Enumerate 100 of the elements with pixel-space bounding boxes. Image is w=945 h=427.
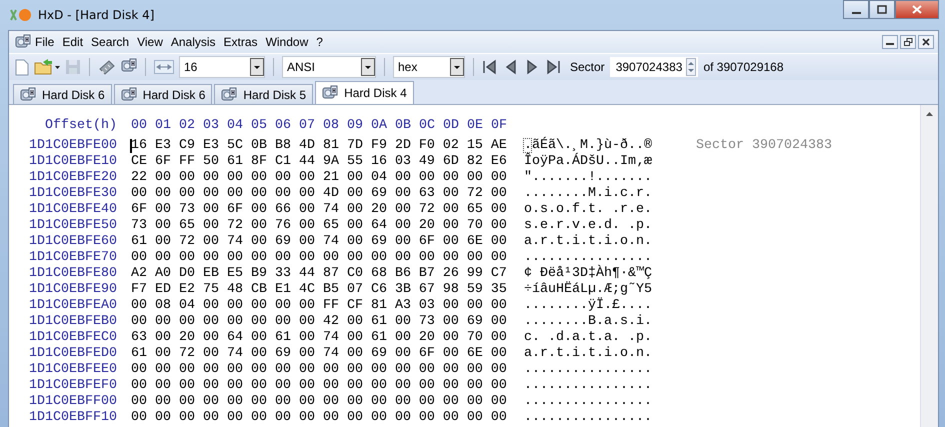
column-header: 03 <box>203 118 220 134</box>
row-offset: 1D1C0EBFEB0 <box>28 314 117 330</box>
charset-dropdown[interactable]: ANSI <box>282 56 376 78</box>
hex-bytes: 00 00 00 00 00 00 00 00 00 00 00 00 00 00 00 00 <box>131 250 507 265</box>
row-offset: 1D1C0EBFEA0 <box>28 298 117 314</box>
disk-icon <box>20 86 36 102</box>
menu-item[interactable]: Extras <box>220 33 262 51</box>
memory-chip-icon[interactable] <box>98 59 116 75</box>
bytes-per-row-dropdown[interactable]: 16 <box>179 56 265 78</box>
first-page-icon[interactable] <box>482 59 498 75</box>
ascii-text: c. .d.a.t.a. .p. <box>524 330 652 345</box>
ascii-text: ........ÿÏ.£.... <box>524 298 652 313</box>
row-offset: 1D1C0EBFF00 <box>28 394 117 410</box>
hex-bytes: 63 00 20 00 64 00 61 00 74 00 61 00 20 00 70 00 <box>131 330 507 345</box>
sector-note: Sector 3907024383 <box>696 138 832 154</box>
row-offset: 1D1C0EBFE40 <box>28 202 117 218</box>
disk-icon <box>120 86 137 102</box>
menu-item[interactable]: Search <box>87 33 134 51</box>
column-header: 04 <box>227 118 244 134</box>
ascii-text: ................ <box>524 378 652 393</box>
ascii-text: ¢ Ðëå¹3D‡Àh¶·&™Ç <box>524 266 652 281</box>
row-offset: 1D1C0EBFE10 <box>28 154 117 170</box>
hex-bytes: 22 00 00 00 00 00 00 00 21 00 04 00 00 00 00 00 <box>131 170 507 185</box>
close-button[interactable] <box>895 0 939 19</box>
new-file-icon[interactable] <box>15 58 29 76</box>
column-header: 02 <box>179 118 196 134</box>
scrollbar[interactable] <box>920 105 938 427</box>
menu-item[interactable]: Analysis <box>166 33 220 51</box>
menu-item[interactable]: Edit <box>58 33 88 51</box>
hex-bytes: 00 00 00 00 00 00 00 00 00 00 00 00 00 00 00 00 <box>131 362 507 377</box>
spin-arrows-icon[interactable] <box>686 58 696 76</box>
ascii-text: ".......!....... <box>524 170 652 185</box>
minimize-button[interactable] <box>882 35 898 49</box>
close-icon <box>922 38 930 46</box>
sector-label: Sector <box>570 60 605 74</box>
ascii-text: .ãÉã\.¸M.}ù-ð..® <box>524 138 652 153</box>
hex-bytes: 00 00 00 00 00 00 00 00 00 00 00 00 00 00 00 00 <box>131 378 507 393</box>
document-tab[interactable]: Hard Disk 5 <box>214 84 314 104</box>
column-header: 0E <box>467 118 484 134</box>
column-header: 01 <box>155 118 172 134</box>
column-header: 07 <box>299 118 316 134</box>
sector-field[interactable]: 3907024383 <box>610 57 698 77</box>
minimize-button[interactable] <box>843 0 869 19</box>
menu-item[interactable]: Window <box>262 33 312 51</box>
document-tab[interactable]: Hard Disk 6 <box>114 84 212 104</box>
column-header: 0C <box>419 118 436 134</box>
ascii-text: ................ <box>524 394 652 409</box>
row-offset: 1D1C0EBFEE0 <box>28 362 117 378</box>
hex-bytes: F7 ED E2 75 48 CB E1 4C B5 07 C6 3B 67 98 59 35 <box>131 282 507 297</box>
maximize-icon <box>877 5 887 14</box>
hex-bytes: 00 00 00 00 00 00 00 00 00 00 00 00 00 00 00 00 <box>131 394 507 409</box>
maximize-button[interactable] <box>869 0 895 19</box>
row-width-icon <box>154 60 174 74</box>
app-icon <box>10 8 32 22</box>
hex-bytes: 00 08 04 00 00 00 00 00 FF CF 81 A3 03 00 00 00 <box>131 298 507 313</box>
menu-item[interactable]: File <box>31 33 58 51</box>
menu-item[interactable]: ? <box>312 33 327 51</box>
column-header: 08 <box>323 118 340 134</box>
ascii-text: o.s.o.f.t. .r.e. <box>524 202 652 217</box>
open-folder-icon[interactable] <box>34 58 60 76</box>
ascii-text: ........B.a.s.i. <box>524 314 652 329</box>
last-page-icon[interactable] <box>545 59 561 75</box>
hex-bytes: 16 E3 C9 E3 5C 0B B8 4D 81 7D F9 2D F0 02 15 AE <box>131 138 507 153</box>
column-header: 0D <box>443 118 460 134</box>
hex-bytes: 00 00 00 00 00 00 00 00 42 00 61 00 73 00 69 00 <box>131 314 507 329</box>
hex-bytes: 73 00 65 00 72 00 76 00 65 00 64 00 20 00 70 00 <box>131 218 507 233</box>
scroll-up-icon[interactable] <box>926 112 933 116</box>
hex-bytes: CE 6F FF 50 61 8F C1 44 9A 55 16 03 49 6D 82 E6 <box>131 154 507 169</box>
hex-bytes: 6F 00 73 00 6F 00 66 00 74 00 20 00 72 00 65 00 <box>131 202 507 217</box>
ascii-text: ................ <box>524 410 652 425</box>
offset-header: Offset(h) <box>44 118 117 134</box>
ascii-text: ........M.i.c.r. <box>524 186 652 201</box>
ascii-text: a.r.t.i.t.i.o.n. <box>524 234 652 249</box>
ascii-text: s.e.r.v.e.d. .p. <box>524 218 652 233</box>
document-icon <box>15 34 31 50</box>
document-tab[interactable]: Hard Disk 6 <box>13 84 112 104</box>
hex-bytes: 61 00 72 00 74 00 69 00 74 00 69 00 6F 00 6E 00 <box>131 346 507 361</box>
hex-bytes: 00 00 00 00 00 00 00 00 00 00 00 00 00 00 00 00 <box>131 410 507 425</box>
restore-button[interactable] <box>900 35 916 49</box>
column-header: 00 <box>131 118 148 134</box>
hex-bytes: A2 A0 D0 EB E5 B9 33 44 87 C0 68 B6 B7 26 99 C7 <box>131 266 507 281</box>
ascii-text: a.r.t.i.t.i.o.n. <box>524 346 652 361</box>
document-tab[interactable]: Hard Disk 4 <box>315 81 414 104</box>
hex-bytes: 61 00 72 00 74 00 69 00 74 00 69 00 6F 00 6E 00 <box>131 234 507 249</box>
disk-icon <box>221 86 238 102</box>
restore-icon <box>904 38 912 46</box>
row-offset: 1D1C0EBFE90 <box>28 282 117 298</box>
row-offset: 1D1C0EBFE50 <box>28 218 117 234</box>
hex-bytes: 00 00 00 00 00 00 00 00 4D 00 69 00 63 00 72 00 <box>131 186 507 201</box>
column-header: 09 <box>347 118 364 134</box>
row-offset: 1D1C0EBFE00 <box>28 138 117 154</box>
close-icon <box>912 5 922 14</box>
close-button[interactable] <box>918 35 934 49</box>
row-offset: 1D1C0EBFF10 <box>28 410 117 426</box>
row-offset: 1D1C0EBFEC0 <box>28 330 117 346</box>
menu-item[interactable]: View <box>133 33 167 51</box>
row-offset: 1D1C0EBFE70 <box>28 250 117 266</box>
offset-base-dropdown[interactable]: hex <box>393 56 465 78</box>
ascii-text: ÎoÿPa.ÁDšU..Im‚æ <box>524 154 652 169</box>
ascii-text: ÷íâuHËáLµ.Æ;g˜Y5 <box>524 282 652 297</box>
